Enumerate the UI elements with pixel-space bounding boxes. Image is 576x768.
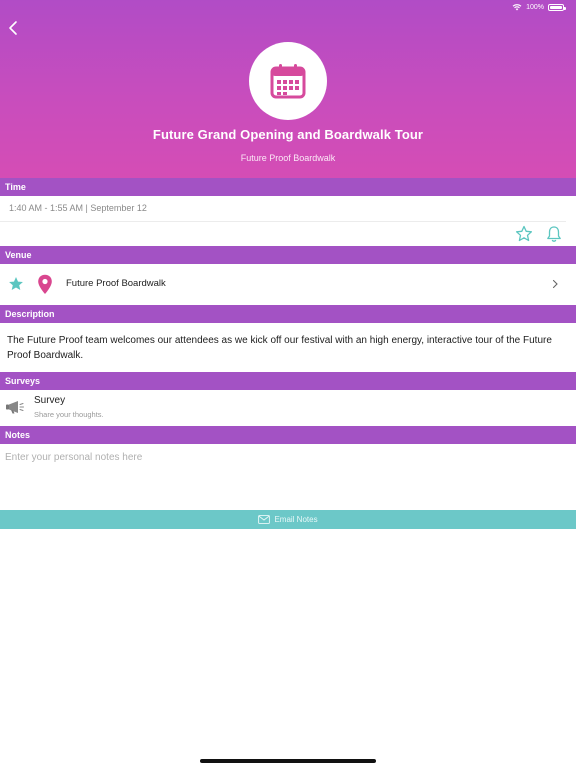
back-button[interactable] <box>6 19 22 37</box>
survey-row[interactable]: Survey Share your thoughts. <box>0 390 576 426</box>
wifi-icon <box>512 4 522 11</box>
event-title: Future Grand Opening and Boardwalk Tour <box>152 127 424 142</box>
map-pin-icon <box>38 274 52 294</box>
section-header-description: Description <box>0 305 576 323</box>
chevron-right-icon <box>552 279 558 289</box>
star-outline-icon[interactable] <box>515 225 533 243</box>
email-notes-button[interactable]: Email Notes <box>0 510 576 529</box>
star-filled-icon[interactable] <box>8 276 24 292</box>
section-header-notes: Notes <box>0 426 576 444</box>
survey-title: Survey <box>34 395 66 406</box>
survey-subtitle: Share your thoughts. <box>34 410 104 419</box>
home-indicator <box>200 759 376 763</box>
section-header-surveys: Surveys <box>0 372 576 390</box>
megaphone-icon <box>6 401 24 414</box>
notes-input[interactable] <box>0 444 576 508</box>
event-description: The Future Proof team welcomes our atten… <box>7 335 552 361</box>
bell-icon[interactable] <box>545 225 563 243</box>
event-subtitle: Future Proof Boardwalk <box>240 153 336 163</box>
email-notes-label: Email Notes <box>274 515 318 524</box>
envelope-icon <box>258 515 271 524</box>
divider <box>0 221 566 222</box>
section-header-time: Time <box>0 178 576 196</box>
event-header: 100% Future Grand Opening and Boardwalk … <box>0 0 576 178</box>
calendar-icon <box>270 64 306 99</box>
battery-percent: 100% <box>526 3 544 11</box>
status-bar: 100% <box>512 3 566 11</box>
section-header-venue: Venue <box>0 246 576 264</box>
battery-icon <box>548 3 566 11</box>
venue-row[interactable]: Future Proof Boardwalk <box>0 264 576 304</box>
event-time: 1:40 AM - 1:55 AM | September 12 <box>9 203 147 213</box>
venue-name: Future Proof Boardwalk <box>66 278 166 289</box>
event-icon-badge <box>249 42 327 120</box>
